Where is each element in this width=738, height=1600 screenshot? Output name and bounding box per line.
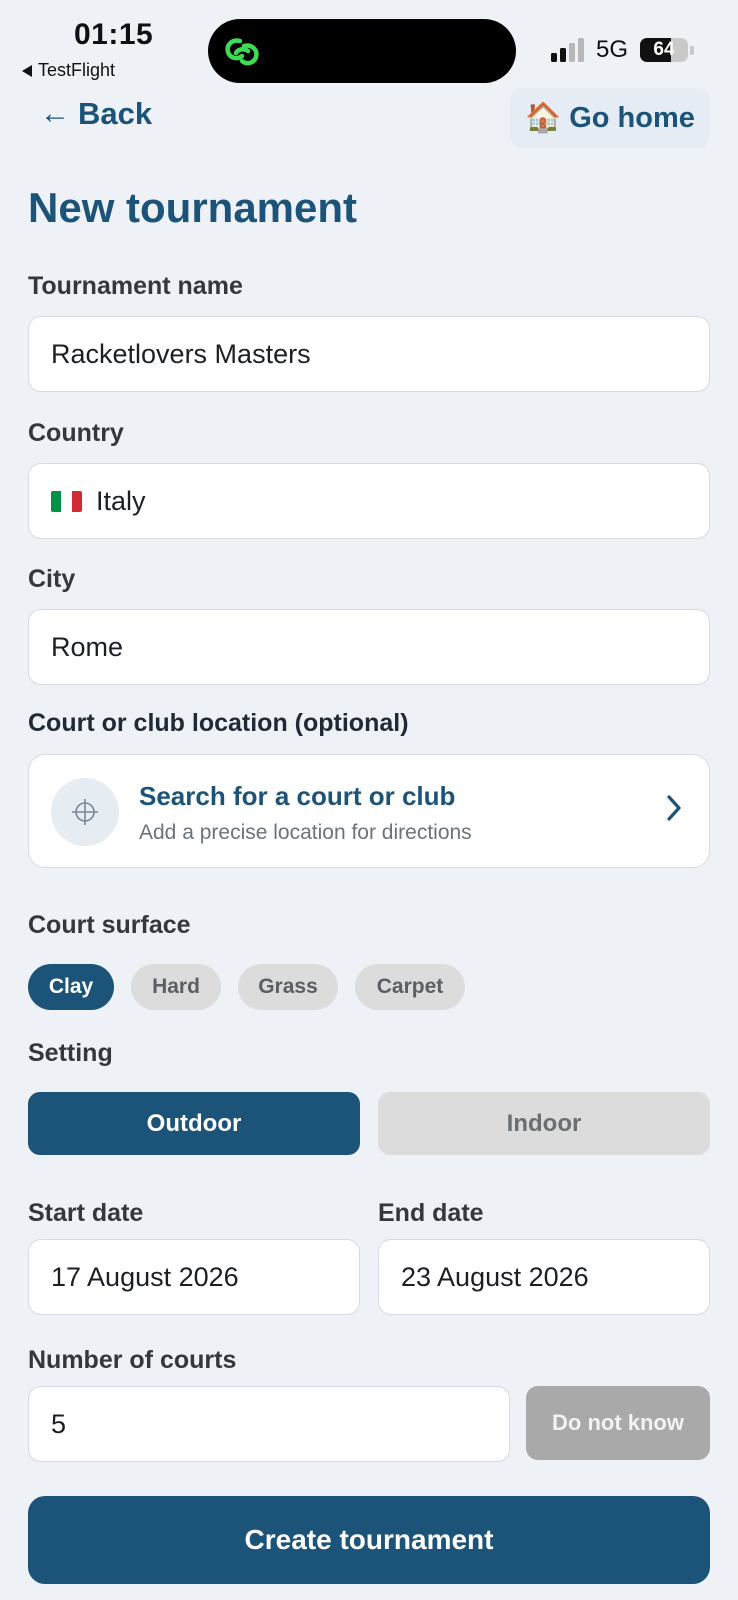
location-label: Court or club location (optional): [28, 709, 409, 737]
country-select[interactable]: Italy: [28, 463, 710, 539]
flag-stripe: [51, 490, 62, 512]
end-date-value: 23 August 2026: [401, 1261, 589, 1292]
number-of-courts-input[interactable]: 5: [28, 1386, 510, 1462]
arrow-left-icon: ←: [40, 97, 70, 130]
end-date-input[interactable]: 23 August 2026: [378, 1239, 710, 1315]
start-date-input[interactable]: 17 August 2026: [28, 1239, 360, 1315]
app-link-icon: [225, 38, 259, 66]
create-tournament-button[interactable]: Create tournament: [28, 1496, 710, 1584]
surface-chip-carpet[interactable]: Carpet: [355, 964, 465, 1010]
flag-stripe: [71, 490, 82, 512]
number-of-courts-value: 5: [51, 1408, 67, 1439]
back-label: Back: [78, 96, 153, 131]
location-search-subtitle: Add a precise location for directions: [139, 821, 472, 844]
signal-icon: [550, 38, 584, 62]
flag-stripe: [61, 490, 72, 512]
back-triangle-icon: [22, 64, 32, 77]
page-title: New tournament: [28, 184, 358, 231]
court-surface-label: Court surface: [28, 911, 191, 939]
start-date-label: Start date: [28, 1199, 144, 1227]
italy-flag-icon: [51, 490, 82, 512]
dynamic-island: [208, 19, 516, 83]
city-value: Rome: [51, 631, 124, 662]
setting-outdoor-button[interactable]: Outdoor: [28, 1092, 360, 1155]
chevron-right-icon: [667, 795, 681, 821]
end-date-label: End date: [378, 1199, 484, 1227]
battery-level: 64: [653, 39, 675, 60]
surface-chip-grass[interactable]: Grass: [238, 964, 338, 1010]
location-search-button[interactable]: Search for a court or club Add a precise…: [28, 754, 710, 868]
go-home-label: Go home: [569, 101, 695, 134]
back-to-app-link[interactable]: TestFlight: [22, 60, 115, 81]
tournament-name-value: Racketlovers Masters: [51, 338, 311, 369]
do-not-know-button[interactable]: Do not know: [526, 1386, 710, 1460]
tournament-name-label: Tournament name: [28, 272, 243, 300]
battery-icon: 64: [640, 38, 688, 62]
back-to-app-label: TestFlight: [38, 60, 116, 80]
go-home-button[interactable]: 🏠 Go home: [510, 88, 710, 148]
house-icon: 🏠: [525, 102, 562, 134]
network-type: 5G: [595, 36, 628, 63]
battery-cap: [690, 45, 694, 55]
crosshair-icon-wrap: [51, 778, 119, 846]
city-input[interactable]: Rome: [28, 609, 710, 685]
surface-chip-clay[interactable]: Clay: [28, 964, 114, 1010]
status-indicators: 5G 64: [550, 36, 694, 64]
surface-chip-hard[interactable]: Hard: [131, 964, 221, 1010]
country-label: Country: [28, 419, 124, 447]
status-time: 01:15: [74, 18, 154, 51]
setting-indoor-button[interactable]: Indoor: [378, 1092, 710, 1155]
country-value: Italy: [96, 485, 146, 516]
crosshair-icon: [72, 799, 98, 825]
location-search-title: Search for a court or club: [139, 781, 456, 811]
start-date-value: 17 August 2026: [51, 1261, 239, 1292]
number-of-courts-label: Number of courts: [28, 1346, 237, 1374]
back-button[interactable]: ← Back: [40, 96, 152, 132]
city-label: City: [28, 565, 76, 593]
setting-label: Setting: [28, 1039, 113, 1067]
tournament-name-input[interactable]: Racketlovers Masters: [28, 316, 710, 392]
